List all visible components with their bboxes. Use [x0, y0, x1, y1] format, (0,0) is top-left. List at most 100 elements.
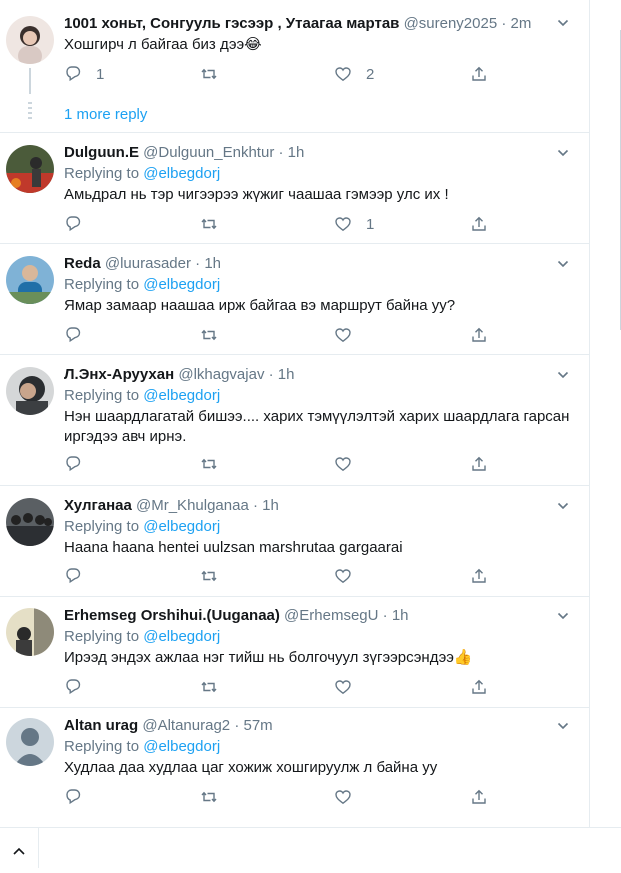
like-button[interactable]: [334, 566, 366, 586]
avatar[interactable]: [6, 256, 54, 304]
chevron-down-icon: [557, 19, 569, 27]
like-button[interactable]: [334, 325, 366, 345]
share-button[interactable]: [470, 677, 488, 697]
like-button[interactable]: 1: [334, 214, 374, 234]
mention-link[interactable]: @elbegdorj: [143, 628, 220, 645]
mention-link[interactable]: @elbegdorj: [143, 165, 220, 182]
reply-button[interactable]: [64, 677, 96, 697]
user-handle[interactable]: @Altanurag2: [142, 717, 230, 734]
replying-to: Replying to @elbegdorj: [64, 275, 575, 294]
like-button[interactable]: [334, 677, 366, 697]
share-button[interactable]: [470, 566, 488, 586]
tweet[interactable]: 1001 хоньт, Сонгууль гэсээр , Утаагаа ма…: [0, 0, 589, 133]
retweet-button[interactable]: [200, 787, 232, 807]
share-button[interactable]: [470, 64, 488, 84]
tweet-menu-button[interactable]: [557, 719, 569, 731]
reply-button[interactable]: [64, 787, 96, 807]
share-button[interactable]: [470, 214, 488, 234]
timestamp[interactable]: 57m: [243, 717, 272, 734]
chevron-up-icon: [13, 847, 25, 855]
timestamp[interactable]: 1h: [278, 366, 295, 383]
mention-link[interactable]: @elbegdorj: [143, 387, 220, 404]
chevron-down-icon: [557, 612, 569, 620]
avatar[interactable]: [6, 145, 54, 193]
share-button[interactable]: [470, 325, 488, 345]
timestamp[interactable]: 2m: [511, 15, 532, 32]
avatar[interactable]: [6, 367, 54, 415]
retweet-button[interactable]: [200, 214, 232, 234]
tweet-body: Altan urag @Altanurag2 · 57m Replying to …: [64, 716, 575, 778]
display-name[interactable]: Reda: [64, 255, 101, 272]
avatar[interactable]: [6, 16, 54, 64]
reply-button[interactable]: [64, 454, 96, 474]
tweet[interactable]: Altan urag @Altanurag2 · 57m Replying to …: [0, 708, 589, 829]
avatar[interactable]: [6, 498, 54, 546]
tweet-menu-button[interactable]: [557, 499, 569, 511]
tweet-header: Altan urag @Altanurag2 · 57m: [64, 716, 575, 735]
display-name[interactable]: Хулганаа: [64, 497, 132, 514]
share-icon: [472, 216, 486, 231]
tweet[interactable]: Erhemseg Orshihui.(Uuganaa) @ErhemsegU ·…: [0, 597, 589, 708]
user-handle[interactable]: @Dulguun_Enkhtur: [143, 144, 274, 161]
share-button[interactable]: [470, 787, 488, 807]
timestamp[interactable]: 1h: [392, 607, 409, 624]
more-replies-link[interactable]: 1 more reply: [64, 106, 147, 123]
display-name[interactable]: Altan urag: [64, 717, 138, 734]
retweet-button[interactable]: [200, 677, 232, 697]
user-handle[interactable]: @Mr_Khulganaa: [136, 497, 249, 514]
tweet-menu-button[interactable]: [557, 609, 569, 621]
retweet-icon: [201, 791, 217, 803]
reply-button[interactable]: 1: [64, 64, 104, 84]
retweet-button[interactable]: [200, 454, 232, 474]
bottom-bar: [0, 827, 621, 868]
tweet[interactable]: Хулганаа @Mr_Khulganaa · 1h Replying to @…: [0, 486, 589, 597]
tweet-header: Хулганаа @Mr_Khulganaa · 1h: [64, 496, 575, 515]
display-name[interactable]: Л.Энх-Аруухан: [64, 366, 174, 383]
tweet[interactable]: Dulguun.E @Dulguun_Enkhtur · 1h Replying …: [0, 133, 589, 244]
like-icon: [335, 569, 351, 584]
avatar[interactable]: [6, 608, 54, 656]
like-button[interactable]: [334, 454, 366, 474]
user-handle[interactable]: @luurasader: [105, 255, 191, 272]
replying-to-label: Replying to: [64, 518, 140, 535]
tweet-body: Erhemseg Orshihui.(Uuganaa) @ErhemsegU ·…: [64, 606, 575, 668]
display-name[interactable]: 1001 хоньт, Сонгууль гэсээр , Утаагаа ма…: [64, 15, 399, 32]
replying-to: Replying to @elbegdorj: [64, 737, 575, 756]
tweet-menu-button[interactable]: [557, 146, 569, 158]
reply-count: 1: [96, 65, 105, 83]
like-button[interactable]: 2: [334, 64, 374, 84]
retweet-button[interactable]: [200, 566, 232, 586]
retweet-icon: [201, 458, 217, 470]
display-name[interactable]: Erhemseg Orshihui.(Uuganaa): [64, 607, 280, 624]
scroll-up-button[interactable]: [0, 828, 39, 868]
mention-link[interactable]: @elbegdorj: [143, 276, 220, 293]
like-button[interactable]: [334, 787, 366, 807]
scrollbar-track[interactable]: [589, 0, 621, 827]
retweet-button[interactable]: [200, 64, 232, 84]
avatar[interactable]: [6, 718, 54, 766]
tweet-menu-button[interactable]: [557, 368, 569, 380]
chevron-down-icon: [557, 260, 569, 268]
separator-dot: ·: [382, 607, 388, 624]
display-name[interactable]: Dulguun.E: [64, 144, 139, 161]
mention-link[interactable]: @elbegdorj: [143, 738, 220, 755]
tweet-menu-button[interactable]: [557, 16, 569, 28]
tweet[interactable]: Л.Энх-Аруухан @lkhagvajav · 1h Replying t…: [0, 355, 589, 486]
retweet-button[interactable]: [200, 325, 232, 345]
timestamp[interactable]: 1h: [288, 144, 305, 161]
share-icon: [472, 568, 486, 583]
reply-button[interactable]: [64, 566, 96, 586]
reply-icon: [66, 216, 81, 232]
user-handle[interactable]: @sureny2025: [404, 15, 498, 32]
timestamp[interactable]: 1h: [262, 497, 279, 514]
tweet-menu-button[interactable]: [557, 257, 569, 269]
timestamp[interactable]: 1h: [204, 255, 221, 272]
reply-button[interactable]: [64, 214, 96, 234]
user-handle[interactable]: @lkhagvajav: [178, 366, 264, 383]
reply-button[interactable]: [64, 325, 96, 345]
mention-link[interactable]: @elbegdorj: [143, 518, 220, 535]
share-button[interactable]: [470, 454, 488, 474]
separator-dot: ·: [278, 144, 284, 161]
tweet[interactable]: Reda @luurasader · 1h Replying to @elbegd…: [0, 244, 589, 355]
user-handle[interactable]: @ErhemsegU: [284, 607, 378, 624]
